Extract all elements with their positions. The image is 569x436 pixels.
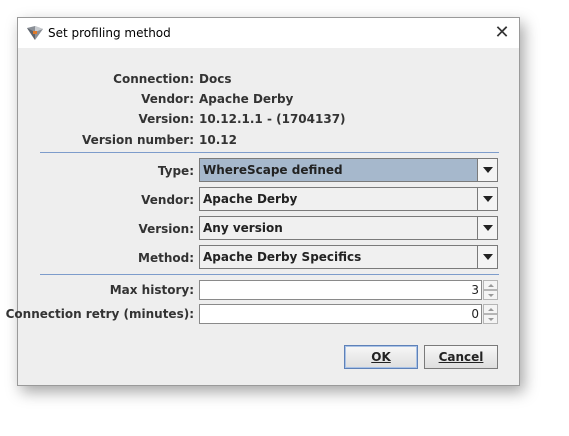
method-label: Method:	[138, 251, 194, 265]
connection-retry-spinner: 0	[199, 304, 498, 324]
connection-retry-stepper	[483, 304, 498, 324]
decrement-arrow-icon[interactable]	[483, 314, 498, 324]
vendor-label: Vendor:	[141, 193, 194, 207]
app-logo-icon	[27, 26, 43, 40]
close-button[interactable]: ✕	[491, 22, 513, 44]
type-select[interactable]: WhereScape defined	[199, 158, 498, 182]
vendor-info-value: Apache Derby	[199, 92, 294, 106]
connection-label: Connection:	[113, 72, 194, 86]
title-bar: Set profiling method ✕	[18, 18, 519, 48]
version-select-value: Any version	[203, 221, 283, 235]
dialog-window: Set profiling method ✕ Connection: Docs …	[6, 17, 520, 386]
max-history-label: Max history:	[109, 283, 194, 297]
connection-retry-input[interactable]: 0	[199, 304, 482, 324]
chevron-down-icon[interactable]	[477, 246, 497, 268]
connection-retry-label: Connection retry (minutes):	[5, 307, 194, 321]
chevron-down-icon[interactable]	[477, 159, 497, 181]
vendor-select-value: Apache Derby	[203, 192, 298, 206]
version-number-value: 10.12	[199, 133, 237, 147]
method-select-value: Apache Derby Specifics	[203, 250, 362, 264]
version-info-label: Version:	[138, 112, 194, 126]
version-label: Version:	[138, 222, 194, 236]
vendor-info-label: Vendor:	[141, 92, 194, 106]
separator-bottom	[40, 274, 499, 275]
max-history-stepper	[483, 280, 498, 300]
chevron-down-icon[interactable]	[477, 188, 497, 210]
increment-arrow-icon[interactable]	[483, 304, 498, 314]
connection-value: Docs	[199, 72, 232, 86]
chevron-down-icon[interactable]	[477, 217, 497, 239]
method-select[interactable]: Apache Derby Specifics	[199, 245, 498, 269]
ok-button[interactable]: OK	[344, 345, 418, 369]
type-select-value: WhereScape defined	[203, 163, 343, 177]
max-history-spinner: 3	[199, 280, 498, 300]
type-label: Type:	[157, 164, 194, 178]
version-number-label: Version number:	[82, 133, 194, 147]
increment-arrow-icon[interactable]	[483, 280, 498, 290]
max-history-input[interactable]: 3	[199, 280, 482, 300]
vendor-select[interactable]: Apache Derby	[199, 187, 498, 211]
cancel-button[interactable]: Cancel	[424, 345, 498, 369]
version-select[interactable]: Any version	[199, 216, 498, 240]
separator-top	[40, 152, 499, 153]
decrement-arrow-icon[interactable]	[483, 290, 498, 300]
window-title: Set profiling method	[48, 26, 171, 40]
version-info-value: 10.12.1.1 - (1704137)	[199, 112, 346, 126]
